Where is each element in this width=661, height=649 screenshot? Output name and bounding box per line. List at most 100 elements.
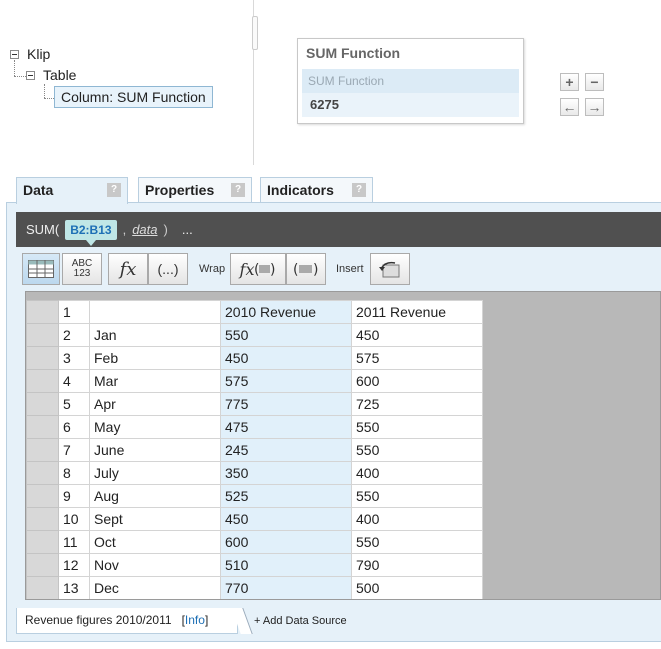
row-header[interactable]: [26, 438, 59, 462]
row-header[interactable]: [26, 461, 59, 485]
cell-col-c[interactable]: 450: [351, 323, 483, 347]
remove-column-button[interactable]: −: [585, 73, 604, 91]
row-header[interactable]: [26, 484, 59, 508]
row-number-cell[interactable]: 1: [58, 300, 90, 324]
tree-node-klip[interactable]: Klip: [10, 46, 50, 62]
row-header[interactable]: [26, 507, 59, 531]
cell-col-b[interactable]: 450: [220, 346, 352, 370]
formula-arg-token[interactable]: data: [132, 222, 157, 237]
help-icon[interactable]: ?: [231, 183, 245, 197]
row-number-cell[interactable]: 3: [58, 346, 90, 370]
row-number-cell[interactable]: 2: [58, 323, 90, 347]
move-left-button[interactable]: ←: [560, 98, 579, 116]
insert-label: Insert: [336, 263, 364, 275]
add-datasource-link[interactable]: + Add Data Source: [254, 615, 347, 627]
cell-col-c[interactable]: 725: [351, 392, 483, 416]
cell-col-c[interactable]: 400: [351, 507, 483, 531]
cell-col-a[interactable]: Nov: [89, 553, 221, 577]
row-header[interactable]: [26, 553, 59, 577]
collapse-icon[interactable]: [10, 49, 19, 59]
move-right-button[interactable]: →: [585, 98, 604, 116]
row-number-cell[interactable]: 5: [58, 392, 90, 416]
cell-col-c[interactable]: 575: [351, 346, 483, 370]
datasource-tab[interactable]: Revenue figures 2010/2011 [Info]: [16, 608, 238, 634]
function-button[interactable]: fx: [108, 253, 148, 285]
preview-value[interactable]: 6275: [302, 93, 519, 117]
cell-col-b[interactable]: 600: [220, 530, 352, 554]
cell-col-b[interactable]: 510: [220, 553, 352, 577]
insert-button[interactable]: [370, 253, 410, 285]
cell-col-a[interactable]: Dec: [89, 576, 221, 599]
cell-col-c[interactable]: 550: [351, 438, 483, 462]
cell-col-b[interactable]: 575: [220, 369, 352, 393]
help-icon[interactable]: ?: [352, 183, 366, 197]
cell-col-a[interactable]: Mar: [89, 369, 221, 393]
formula-bar[interactable]: SUM( B2:B13 , data ) ...: [16, 212, 661, 247]
cell-col-a[interactable]: Oct: [89, 530, 221, 554]
cell-col-b[interactable]: 450: [220, 507, 352, 531]
row-number-cell[interactable]: 7: [58, 438, 90, 462]
cell-col-a[interactable]: June: [89, 438, 221, 462]
row-number-cell[interactable]: 4: [58, 369, 90, 393]
cell-col-b[interactable]: 350: [220, 461, 352, 485]
pane-resize-handle[interactable]: [252, 16, 258, 50]
row-header[interactable]: [26, 346, 59, 370]
cell-col-a[interactable]: Apr: [89, 392, 221, 416]
cell-col-c[interactable]: 550: [351, 484, 483, 508]
cell-col-b[interactable]: 475: [220, 415, 352, 439]
cell-col-a[interactable]: Jan: [89, 323, 221, 347]
add-column-button[interactable]: +: [560, 73, 579, 91]
tab-properties[interactable]: Properties ?: [138, 177, 252, 202]
preview-column-header[interactable]: SUM Function: [302, 69, 519, 93]
literal-button[interactable]: ABC 123: [62, 253, 102, 285]
cell-col-a[interactable]: Sept: [89, 507, 221, 531]
tree-connector: [44, 98, 54, 99]
cell-col-c[interactable]: 550: [351, 530, 483, 554]
formula-function[interactable]: SUM(: [26, 222, 59, 237]
group-button[interactable]: (...): [148, 253, 188, 285]
wrap-function-button[interactable]: fx ( ): [230, 253, 286, 285]
cell-col-a[interactable]: Feb: [89, 346, 221, 370]
row-number-cell[interactable]: 6: [58, 415, 90, 439]
row-header[interactable]: [26, 415, 59, 439]
row-number-cell[interactable]: 13: [58, 576, 90, 599]
tree-node-selected-column[interactable]: Column: SUM Function: [54, 86, 213, 108]
wrap-group-button[interactable]: ( ): [286, 253, 326, 285]
cell-col-a[interactable]: Aug: [89, 484, 221, 508]
tab-data[interactable]: Data ?: [16, 177, 128, 204]
cell-col-b[interactable]: 245: [220, 438, 352, 462]
formula-range-token[interactable]: B2:B13: [65, 219, 117, 246]
cell-col-c[interactable]: 2011 Revenue: [351, 300, 483, 324]
row-number-cell[interactable]: 8: [58, 461, 90, 485]
cell-col-b[interactable]: 2010 Revenue: [220, 300, 352, 324]
row-number-cell[interactable]: 10: [58, 507, 90, 531]
cell-col-a[interactable]: [89, 300, 221, 324]
cell-col-c[interactable]: 400: [351, 461, 483, 485]
cell-col-c[interactable]: 600: [351, 369, 483, 393]
tab-indicators[interactable]: Indicators ?: [260, 177, 373, 202]
row-header[interactable]: [26, 369, 59, 393]
formula-more[interactable]: ...: [182, 222, 193, 237]
cell-col-b[interactable]: 775: [220, 392, 352, 416]
info-link[interactable]: Info: [185, 613, 205, 627]
row-header[interactable]: [26, 300, 59, 324]
row-header[interactable]: [26, 530, 59, 554]
row-number-cell[interactable]: 12: [58, 553, 90, 577]
cell-col-c[interactable]: 790: [351, 553, 483, 577]
row-number-cell[interactable]: 11: [58, 530, 90, 554]
cell-col-b[interactable]: 525: [220, 484, 352, 508]
tree-node-table[interactable]: Table: [26, 67, 76, 83]
cell-col-a[interactable]: July: [89, 461, 221, 485]
row-number-cell[interactable]: 9: [58, 484, 90, 508]
cell-col-c[interactable]: 550: [351, 415, 483, 439]
collapse-icon[interactable]: [26, 70, 35, 80]
row-header[interactable]: [26, 392, 59, 416]
row-header[interactable]: [26, 576, 59, 599]
cell-col-b[interactable]: 550: [220, 323, 352, 347]
row-header[interactable]: [26, 323, 59, 347]
cell-col-b[interactable]: 770: [220, 576, 352, 599]
data-grid-button[interactable]: [22, 253, 60, 285]
cell-col-c[interactable]: 500: [351, 576, 483, 599]
help-icon[interactable]: ?: [107, 183, 121, 197]
cell-col-a[interactable]: May: [89, 415, 221, 439]
